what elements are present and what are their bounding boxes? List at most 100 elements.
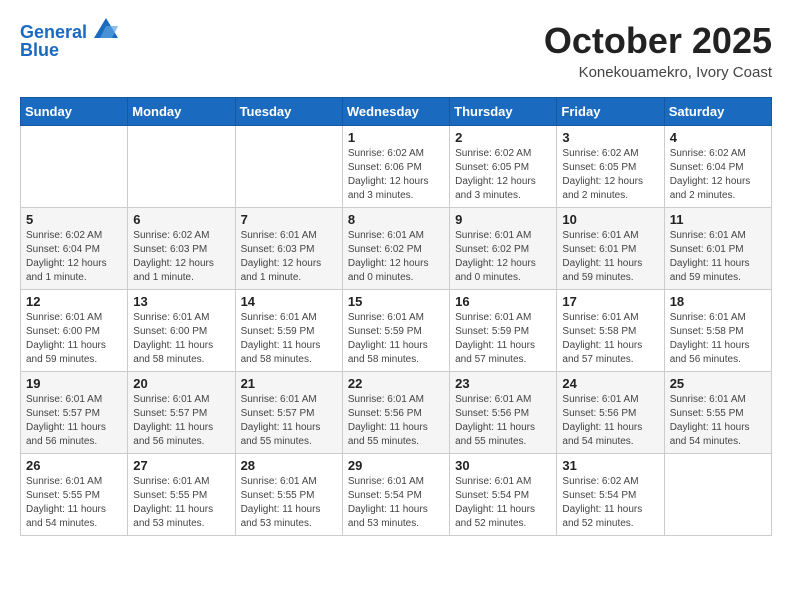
day-info: Sunrise: 6:01 AM Sunset: 5:55 PM Dayligh… — [670, 393, 766, 449]
day-number: 20 — [133, 376, 229, 391]
day-info: Sunrise: 6:01 AM Sunset: 5:54 PM Dayligh… — [348, 475, 444, 531]
day-info: Sunrise: 6:02 AM Sunset: 6:03 PM Dayligh… — [133, 229, 229, 285]
calendar-day-cell: 11 Sunrise: 6:01 AM Sunset: 6:01 PM Dayli… — [664, 208, 771, 290]
logo: General Blue — [20, 20, 118, 61]
day-info: Sunrise: 6:01 AM Sunset: 6:02 PM Dayligh… — [455, 229, 551, 285]
day-number: 2 — [455, 130, 551, 145]
day-number: 27 — [133, 458, 229, 473]
calendar-day-cell: 2 Sunrise: 6:02 AM Sunset: 6:05 PM Daylig… — [450, 126, 557, 208]
calendar-week-row: 26 Sunrise: 6:01 AM Sunset: 5:55 PM Dayli… — [21, 454, 772, 536]
calendar-week-row: 1Sunrise: 6:02 AM Sunset: 6:06 PM Daylig… — [21, 126, 772, 208]
page-header: General Blue October 2025 Konekouamekro,… — [20, 20, 772, 81]
day-number: 31 — [562, 458, 658, 473]
day-number: 14 — [241, 294, 337, 309]
calendar-day-cell: 6 Sunrise: 6:02 AM Sunset: 6:03 PM Daylig… — [128, 208, 235, 290]
weekday-header: Thursday — [450, 98, 557, 126]
day-number: 23 — [455, 376, 551, 391]
calendar-day-cell: 15 Sunrise: 6:01 AM Sunset: 5:59 PM Dayli… — [342, 290, 449, 372]
calendar-day-cell: 22Sunrise: 6:01 AM Sunset: 5:56 PM Dayli… — [342, 372, 449, 454]
calendar-day-cell: 23 Sunrise: 6:01 AM Sunset: 5:56 PM Dayli… — [450, 372, 557, 454]
day-info: Sunrise: 6:01 AM Sunset: 6:01 PM Dayligh… — [562, 229, 658, 285]
day-number: 5 — [26, 212, 122, 227]
day-number: 21 — [241, 376, 337, 391]
calendar-day-cell: 1Sunrise: 6:02 AM Sunset: 6:06 PM Daylig… — [342, 126, 449, 208]
calendar-day-cell: 29Sunrise: 6:01 AM Sunset: 5:54 PM Dayli… — [342, 454, 449, 536]
day-number: 4 — [670, 130, 766, 145]
weekday-header: Friday — [557, 98, 664, 126]
weekday-header: Tuesday — [235, 98, 342, 126]
weekday-header: Wednesday — [342, 98, 449, 126]
day-info: Sunrise: 6:01 AM Sunset: 5:56 PM Dayligh… — [348, 393, 444, 449]
calendar-week-row: 5 Sunrise: 6:02 AM Sunset: 6:04 PM Daylig… — [21, 208, 772, 290]
day-info: Sunrise: 6:01 AM Sunset: 5:58 PM Dayligh… — [670, 311, 766, 367]
title-block: October 2025 Konekouamekro, Ivory Coast — [544, 20, 772, 81]
day-number: 8 — [348, 212, 444, 227]
calendar-day-cell: 7Sunrise: 6:01 AM Sunset: 6:03 PM Daylig… — [235, 208, 342, 290]
calendar-day-cell — [21, 126, 128, 208]
day-number: 25 — [670, 376, 766, 391]
day-info: Sunrise: 6:02 AM Sunset: 6:05 PM Dayligh… — [455, 147, 551, 203]
day-number: 17 — [562, 294, 658, 309]
day-number: 28 — [241, 458, 337, 473]
day-number: 1 — [348, 130, 444, 145]
calendar-day-cell: 14 Sunrise: 6:01 AM Sunset: 5:59 PM Dayli… — [235, 290, 342, 372]
calendar-day-cell: 17Sunrise: 6:01 AM Sunset: 5:58 PM Dayli… — [557, 290, 664, 372]
logo-icon — [94, 18, 118, 38]
day-number: 6 — [133, 212, 229, 227]
day-number: 11 — [670, 212, 766, 227]
calendar-day-cell: 20 Sunrise: 6:01 AM Sunset: 5:57 PM Dayli… — [128, 372, 235, 454]
weekday-header: Saturday — [664, 98, 771, 126]
day-info: Sunrise: 6:01 AM Sunset: 5:59 PM Dayligh… — [455, 311, 551, 367]
calendar-week-row: 19Sunrise: 6:01 AM Sunset: 5:57 PM Dayli… — [21, 372, 772, 454]
calendar-day-cell: 16 Sunrise: 6:01 AM Sunset: 5:59 PM Dayli… — [450, 290, 557, 372]
calendar-day-cell: 26 Sunrise: 6:01 AM Sunset: 5:55 PM Dayli… — [21, 454, 128, 536]
calendar-day-cell: 30 Sunrise: 6:01 AM Sunset: 5:54 PM Dayli… — [450, 454, 557, 536]
calendar-day-cell: 4 Sunrise: 6:02 AM Sunset: 6:04 PM Daylig… — [664, 126, 771, 208]
day-number: 10 — [562, 212, 658, 227]
day-number: 16 — [455, 294, 551, 309]
day-info: Sunrise: 6:02 AM Sunset: 6:05 PM Dayligh… — [562, 147, 658, 203]
calendar-header-row: SundayMondayTuesdayWednesdayThursdayFrid… — [21, 98, 772, 126]
day-info: Sunrise: 6:01 AM Sunset: 5:56 PM Dayligh… — [562, 393, 658, 449]
day-info: Sunrise: 6:01 AM Sunset: 6:01 PM Dayligh… — [670, 229, 766, 285]
calendar-day-cell: 28 Sunrise: 6:01 AM Sunset: 5:55 PM Dayli… — [235, 454, 342, 536]
calendar-day-cell: 19Sunrise: 6:01 AM Sunset: 5:57 PM Dayli… — [21, 372, 128, 454]
calendar-day-cell: 8 Sunrise: 6:01 AM Sunset: 6:02 PM Daylig… — [342, 208, 449, 290]
weekday-header: Monday — [128, 98, 235, 126]
calendar-day-cell: 13Sunrise: 6:01 AM Sunset: 6:00 PM Dayli… — [128, 290, 235, 372]
day-number: 9 — [455, 212, 551, 227]
day-number: 12 — [26, 294, 122, 309]
day-info: Sunrise: 6:01 AM Sunset: 5:55 PM Dayligh… — [133, 475, 229, 531]
day-info: Sunrise: 6:01 AM Sunset: 5:57 PM Dayligh… — [133, 393, 229, 449]
day-info: Sunrise: 6:01 AM Sunset: 6:02 PM Dayligh… — [348, 229, 444, 285]
day-info: Sunrise: 6:01 AM Sunset: 5:54 PM Dayligh… — [455, 475, 551, 531]
calendar-day-cell: 24 Sunrise: 6:01 AM Sunset: 5:56 PM Dayli… — [557, 372, 664, 454]
day-number: 3 — [562, 130, 658, 145]
calendar-day-cell: 9 Sunrise: 6:01 AM Sunset: 6:02 PM Daylig… — [450, 208, 557, 290]
day-number: 26 — [26, 458, 122, 473]
day-number: 30 — [455, 458, 551, 473]
day-info: Sunrise: 6:01 AM Sunset: 5:59 PM Dayligh… — [241, 311, 337, 367]
day-info: Sunrise: 6:01 AM Sunset: 5:59 PM Dayligh… — [348, 311, 444, 367]
calendar-day-cell: 12Sunrise: 6:01 AM Sunset: 6:00 PM Dayli… — [21, 290, 128, 372]
calendar-day-cell: 21 Sunrise: 6:01 AM Sunset: 5:57 PM Dayli… — [235, 372, 342, 454]
day-number: 15 — [348, 294, 444, 309]
day-info: Sunrise: 6:01 AM Sunset: 5:55 PM Dayligh… — [26, 475, 122, 531]
calendar-day-cell: 18 Sunrise: 6:01 AM Sunset: 5:58 PM Dayli… — [664, 290, 771, 372]
calendar-day-cell — [664, 454, 771, 536]
day-info: Sunrise: 6:02 AM Sunset: 6:04 PM Dayligh… — [26, 229, 122, 285]
day-number: 13 — [133, 294, 229, 309]
calendar-day-cell: 31Sunrise: 6:02 AM Sunset: 5:54 PM Dayli… — [557, 454, 664, 536]
calendar-day-cell: 25 Sunrise: 6:01 AM Sunset: 5:55 PM Dayli… — [664, 372, 771, 454]
day-info: Sunrise: 6:01 AM Sunset: 5:56 PM Dayligh… — [455, 393, 551, 449]
calendar-day-cell — [128, 126, 235, 208]
calendar-day-cell: 3 Sunrise: 6:02 AM Sunset: 6:05 PM Daylig… — [557, 126, 664, 208]
day-info: Sunrise: 6:01 AM Sunset: 5:57 PM Dayligh… — [241, 393, 337, 449]
day-number: 18 — [670, 294, 766, 309]
day-info: Sunrise: 6:01 AM Sunset: 5:55 PM Dayligh… — [241, 475, 337, 531]
day-info: Sunrise: 6:02 AM Sunset: 6:04 PM Dayligh… — [670, 147, 766, 203]
day-info: Sunrise: 6:01 AM Sunset: 5:57 PM Dayligh… — [26, 393, 122, 449]
day-number: 24 — [562, 376, 658, 391]
calendar-table: SundayMondayTuesdayWednesdayThursdayFrid… — [20, 97, 772, 536]
weekday-header: Sunday — [21, 98, 128, 126]
